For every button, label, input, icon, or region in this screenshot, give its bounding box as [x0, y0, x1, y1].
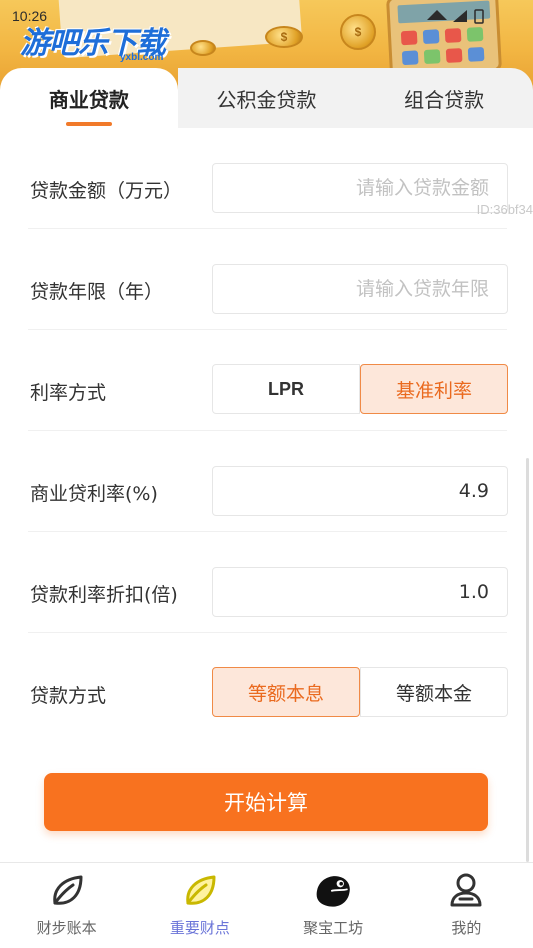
loan-amount-row: 贷款金额（万元） — [0, 128, 533, 229]
repay-mode-row: 贷款方式 等额本息 等额本金 — [0, 633, 533, 734]
tab-provident-fund-loan[interactable]: 公积金贷款 — [177, 68, 356, 128]
loan-type-tabs: 商业贷款 公积金贷款 组合贷款 — [0, 68, 533, 128]
repay-mode-selector: 等额本息 等额本金 — [212, 667, 508, 717]
loan-amount-input[interactable] — [213, 164, 507, 212]
rate-mode-option-benchmark[interactable]: 基准利率 — [360, 364, 508, 414]
loan-amount-field-box — [212, 163, 508, 213]
commercial-rate-field-box — [212, 466, 508, 516]
coin-icon: $ — [265, 26, 303, 48]
loan-years-row: 贷款年限（年） — [0, 229, 533, 330]
commercial-rate-row: 商业贷利率(%) — [0, 431, 533, 532]
repay-mode-label: 贷款方式 — [30, 685, 107, 707]
site-logo-sub: yxbl.com — [120, 52, 164, 63]
tab-combined-loan[interactable]: 组合贷款 — [355, 68, 533, 128]
nav-label: 我的 — [451, 919, 482, 937]
scrollbar[interactable] — [526, 458, 529, 862]
commercial-rate-label: 商业贷利率(%) — [30, 483, 158, 505]
status-icons — [423, 8, 493, 28]
loan-years-field-box — [212, 264, 508, 314]
watermark-id: ID:36bf34 — [476, 202, 533, 217]
rate-mode-row: 利率方式 LPR 基准利率 — [0, 330, 533, 431]
user-icon — [446, 871, 486, 911]
tab-active-indicator — [65, 122, 112, 126]
start-calculation-button[interactable]: 开始计算 — [44, 773, 488, 831]
nav-item-key-points[interactable]: 重要财点 — [133, 863, 266, 948]
rate-discount-input[interactable] — [213, 568, 507, 616]
pelican-icon — [313, 871, 353, 911]
tab-commercial-loan[interactable]: 商业贷款 — [0, 68, 178, 128]
rate-discount-row: 贷款利率折扣(倍) — [0, 532, 533, 633]
rate-mode-label: 利率方式 — [30, 382, 107, 404]
coin-icon: $ — [340, 14, 376, 50]
loan-years-input[interactable] — [213, 265, 507, 313]
leaf-outline-icon — [47, 871, 87, 911]
nav-item-mine[interactable]: 我的 — [400, 863, 533, 948]
tab-label: 商业贷款 — [48, 87, 129, 112]
nav-item-workshop[interactable]: 聚宝工坊 — [267, 863, 400, 948]
loan-years-label: 贷款年限（年） — [30, 281, 164, 303]
rate-discount-field-box — [212, 567, 508, 617]
commercial-rate-input[interactable] — [213, 467, 507, 515]
repay-mode-option-equal-principal[interactable]: 等额本金 — [360, 667, 508, 717]
nav-item-ledger[interactable]: 财步账本 — [0, 863, 133, 948]
leaf-yellow-icon — [180, 871, 220, 911]
nav-label: 聚宝工坊 — [303, 919, 364, 937]
rate-mode-option-lpr[interactable]: LPR — [212, 364, 360, 414]
coin-icon — [190, 40, 216, 56]
tab-label: 公积金贷款 — [216, 87, 317, 112]
rate-discount-label: 贷款利率折扣(倍) — [30, 584, 178, 606]
nav-label: 财步账本 — [36, 919, 97, 937]
repay-mode-option-equal-installment[interactable]: 等额本息 — [212, 667, 360, 717]
rate-mode-selector: LPR 基准利率 — [212, 364, 508, 414]
bottom-navigation: 财步账本 重要财点 聚宝工坊 我的 — [0, 862, 533, 948]
loan-amount-label: 贷款金额（万元） — [30, 180, 183, 202]
tab-label: 组合贷款 — [404, 87, 485, 112]
nav-label: 重要财点 — [169, 919, 230, 937]
